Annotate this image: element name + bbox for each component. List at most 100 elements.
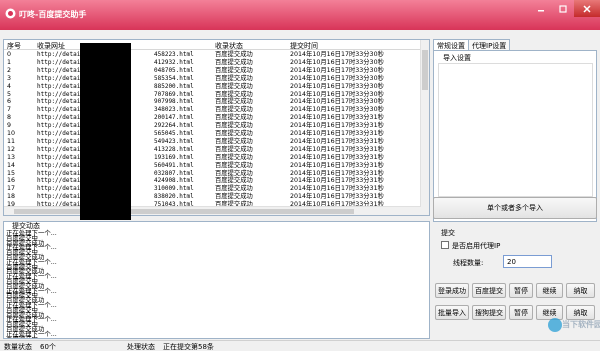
window-title: 叮咚-百度提交助手 (19, 10, 87, 19)
row-url: http://detail (37, 90, 84, 98)
row-time: 2014年10月16日17时33分30秒 (290, 51, 384, 58)
row-time: 2014年10月16日17时33分30秒 (290, 82, 384, 90)
row-url: http://detail (37, 98, 84, 106)
row-time: 2014年10月16日17时33分31秒 (290, 122, 384, 130)
import-button[interactable]: 单个或者多个导入 (433, 197, 597, 219)
proxy-checkbox[interactable] (441, 241, 449, 249)
row-index: 7 (7, 106, 12, 114)
row-url-tail: 707869.html (154, 90, 194, 98)
row-url: http://detail (37, 145, 84, 153)
row-index: 6 (7, 98, 12, 106)
row-status: 百度提交成功 (215, 114, 253, 122)
table-row[interactable]: 8 http://detail 200147.html 百度提交成功 2014年10月1… (4, 114, 421, 122)
table-row[interactable]: 0 http://detail 458223.html 百度提交成功 2014年10月1… (4, 51, 421, 59)
import-settings-label: 导入设置 (443, 54, 471, 62)
row-url: http://detail (37, 177, 84, 185)
row-index: 5 (7, 90, 12, 98)
row-url-tail: 193169.html (154, 153, 194, 161)
table-row[interactable]: 4 http://detail 885200.html 百度提交成功 2014年10月1… (4, 83, 421, 91)
header-time[interactable]: 提交时间 (290, 41, 318, 51)
row-status: 百度提交成功 (215, 153, 253, 161)
row-status: 百度提交成功 (215, 145, 253, 153)
row-status: 百度提交成功 (215, 74, 253, 82)
table-row[interactable]: 11 http://detail 549423.html 百度提交成功 2014年10月… (4, 138, 421, 146)
status-bar: 数量状态 60个 处理状态 正在提交第58条 (0, 340, 600, 351)
table-row[interactable]: 9 http://detail 292264.html 百度提交成功 2014年10月1… (4, 122, 421, 130)
row-status: 百度提交成功 (215, 130, 253, 137)
row-status: 百度提交成功 (215, 66, 253, 74)
row-index: 17 (7, 185, 16, 193)
row-status: 百度提交成功 (215, 137, 253, 145)
row-status: 百度提交成功 (215, 122, 253, 130)
continue-button[interactable]: 继续 (536, 283, 563, 298)
row-index: 0 (7, 51, 12, 58)
table-row[interactable]: 13 http://detail 193169.html 百度提交成功 2014年10月… (4, 154, 421, 162)
row-index: 16 (7, 177, 16, 185)
row-url-tail: 310009.html (154, 185, 194, 193)
table-header: 序号 收录网址 收录状态 提交时间 (4, 40, 429, 51)
thread-count-input[interactable]: 20 (503, 255, 552, 268)
row-url-tail: 048705.html (154, 66, 194, 74)
table-row[interactable]: 14 http://detail 560491.html 百度提交成功 2014年10月… (4, 162, 421, 170)
maximize-button[interactable] (552, 0, 574, 17)
process-status-value: 正在提交第58条 (163, 343, 214, 351)
row-index: 4 (7, 82, 12, 90)
table-row[interactable]: 12 http://detail 413228.html 百度提交成功 2014年10月… (4, 146, 421, 154)
table-row[interactable]: 10 http://detail 565045.html 百度提交成功 2014年10月… (4, 130, 421, 138)
batch-import-button[interactable]: 批量导入 (435, 305, 469, 320)
row-time: 2014年10月16日17时33分31秒 (290, 114, 384, 122)
row-time: 2014年10月16日17时33分31秒 (290, 130, 384, 137)
row-time: 2014年10月16日17时33分31秒 (290, 161, 384, 169)
row-url-tail: 549423.html (154, 137, 194, 145)
row-url-tail: 413228.html (154, 145, 194, 153)
row-url: http://detail (37, 106, 84, 114)
pause-button-2[interactable]: 暂停 (509, 305, 533, 320)
proxy-checkbox-label[interactable]: 是否启用代理IP (452, 241, 500, 251)
row-index: 18 (7, 193, 16, 201)
cancel-button[interactable]: 纳取 (566, 283, 595, 298)
header-status[interactable]: 收录状态 (215, 41, 243, 51)
scroll-thumb[interactable] (14, 209, 354, 214)
row-url: http://detail (37, 74, 84, 82)
submit-section-title: 提交 (441, 229, 455, 237)
watermark-logo-icon (548, 318, 562, 332)
table-row[interactable]: 3 http://detail 585354.html 百度提交成功 2014年10月1… (4, 75, 421, 83)
row-time: 2014年10月16日17时33分30秒 (290, 74, 384, 82)
row-url: http://detail (37, 66, 84, 74)
row-time: 2014年10月16日17时33分30秒 (290, 58, 384, 66)
table-row[interactable]: 2 http://detail 048705.html 百度提交成功 2014年10月1… (4, 67, 421, 75)
scroll-thumb[interactable] (422, 50, 428, 90)
sogou-submit-button[interactable]: 搜狗提交 (472, 305, 506, 320)
row-url-tail: 032807.html (154, 169, 194, 177)
row-url: http://detail (37, 153, 84, 161)
row-url: http://detail (37, 58, 84, 66)
row-index: 11 (7, 137, 16, 145)
thread-count-label: 线程数量: (453, 259, 484, 267)
row-index: 14 (7, 161, 16, 169)
maximize-icon (559, 4, 567, 13)
pause-button[interactable]: 暂停 (509, 283, 533, 298)
watermark: 当下软件园 (548, 316, 600, 348)
table-vertical-scrollbar[interactable] (420, 40, 429, 215)
row-url-tail: 424908.html (154, 177, 194, 185)
row-status: 百度提交成功 (215, 82, 253, 90)
redaction-block (80, 43, 131, 220)
import-area[interactable] (438, 63, 593, 197)
app-logo-icon (5, 8, 16, 19)
table-row[interactable]: 1 http://detail 412932.html 百度提交成功 2014年10月1… (4, 59, 421, 67)
table-row[interactable]: 18 http://detail 838020.html 百度提交成功 2014年10月… (4, 193, 421, 201)
baidu-submit-button[interactable]: 百度提交 (472, 283, 506, 298)
row-url-tail: 292264.html (154, 122, 194, 130)
login-success-button[interactable]: 登录成功 (435, 283, 469, 298)
row-url: http://detail (37, 122, 84, 130)
row-time: 2014年10月16日17时33分31秒 (290, 153, 384, 161)
close-icon (583, 4, 591, 13)
close-button[interactable] (574, 0, 600, 17)
header-url[interactable]: 收录网址 (37, 41, 65, 51)
row-time: 2014年10月16日17时33分31秒 (290, 145, 384, 153)
header-index[interactable]: 序号 (7, 41, 21, 51)
row-url-tail: 565045.html (154, 130, 194, 137)
table-horizontal-scrollbar[interactable] (4, 206, 421, 215)
url-table[interactable]: 序号 收录网址 收录状态 提交时间 0 http://detail 458223.h… (3, 39, 430, 216)
minimize-button[interactable] (530, 0, 552, 17)
